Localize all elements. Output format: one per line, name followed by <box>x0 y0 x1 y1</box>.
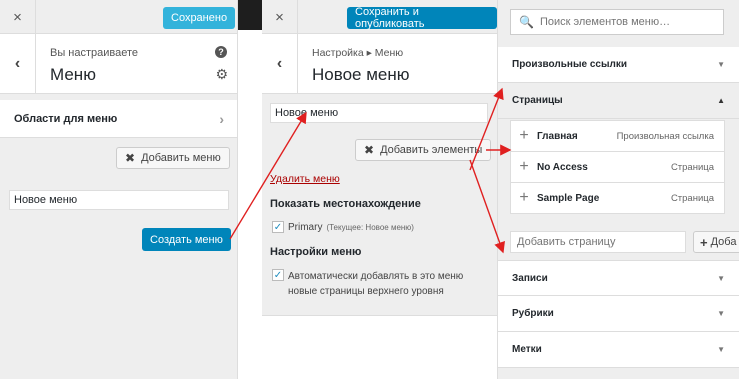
menu-locations-row[interactable]: Области для меню › <box>0 100 237 138</box>
checkbox[interactable]: ✓ <box>272 269 284 281</box>
chevron-down-icon: ▼ <box>717 309 725 318</box>
item-type: Произвольная ссылка <box>616 130 714 142</box>
auto-add-text: Автоматически добавлять в это меню новые… <box>288 269 463 299</box>
help-icon[interactable]: ? <box>215 46 227 58</box>
page-title: Новое меню <box>312 65 410 84</box>
menu-name-input[interactable]: Новое меню <box>9 190 229 210</box>
tags-label: Метки <box>512 344 542 355</box>
list-item[interactable]: + No Access Страница <box>510 151 725 183</box>
panel-header: ‹ Настройка ▸ Меню Новое меню <box>262 34 497 94</box>
list-item[interactable]: + Sample Page Страница <box>510 182 725 214</box>
available-items-panel: 🔍 Произвольные ссылки ▼ Страницы ▲ + Гла… <box>498 0 739 379</box>
gear-icon[interactable]: ⚙ <box>215 66 228 83</box>
add-menu-label: Добавить меню <box>141 152 221 164</box>
add-items-label: Добавить элементы <box>380 144 483 156</box>
customizer-panel-new-menu: × Сохранить и опубликовать ‹ Настройка ▸… <box>262 0 498 379</box>
plus-icon[interactable]: + <box>511 127 537 145</box>
close-icon: ✖ <box>125 151 136 165</box>
item-title: Sample Page <box>537 192 600 204</box>
plus-icon[interactable]: + <box>511 158 537 176</box>
customizer-panel-menus: × Сохранено ‹ Вы настраиваете Меню ? ⚙ О… <box>0 0 238 379</box>
checkbox[interactable]: ✓ <box>272 221 284 233</box>
categories-label: Рубрики <box>512 308 554 319</box>
saved-button[interactable]: Сохранено <box>163 7 236 29</box>
list-item[interactable]: + Главная Произвольная ссылка <box>510 120 725 152</box>
item-title: No Access <box>537 161 588 173</box>
delete-menu-link[interactable]: Удалить меню <box>270 173 340 185</box>
close-icon[interactable]: × <box>262 0 298 34</box>
auto-add-option[interactable]: ✓ Автоматически добавлять в это меню нов… <box>272 269 463 299</box>
item-type: Страница <box>670 192 714 204</box>
add-page-label: Доба <box>710 236 737 248</box>
accordion-tags[interactable]: Метки ▼ <box>498 332 739 368</box>
pages-label: Страницы <box>512 95 563 106</box>
close-icon: ✖ <box>364 143 375 157</box>
divider-strip <box>238 0 262 30</box>
menu-locations-label: Области для меню <box>14 112 118 125</box>
close-icon[interactable]: × <box>0 0 36 34</box>
panel-footer <box>262 315 497 379</box>
item-title: Главная <box>537 130 578 142</box>
add-page-button[interactable]: + Доба <box>693 231 739 253</box>
accordion-posts[interactable]: Записи ▼ <box>498 260 739 296</box>
settings-heading: Настройки меню <box>270 246 362 258</box>
search-icon: 🔍 <box>519 15 534 29</box>
search-field[interactable]: 🔍 <box>510 9 724 35</box>
auto-add-line-2: новые страницы верхнего уровня <box>288 286 444 297</box>
panel-header: ‹ Вы настраиваете Меню ? ⚙ <box>0 34 237 94</box>
top-bar: × Сохранить и опубликовать <box>262 0 497 34</box>
publish-button[interactable]: Сохранить и опубликовать <box>347 6 497 30</box>
add-items-button[interactable]: ✖ Добавить элементы <box>355 139 492 161</box>
add-page-input[interactable] <box>510 231 686 253</box>
primary-location-option[interactable]: ✓ Primary (Текущее: Новое меню) <box>272 221 414 233</box>
chevron-up-icon: ▲ <box>717 96 725 105</box>
primary-note: (Текущее: Новое меню) <box>326 222 414 232</box>
divider-strip <box>238 30 262 379</box>
page-title: Меню <box>50 65 96 84</box>
primary-label: Primary <box>288 221 323 233</box>
posts-label: Записи <box>512 272 548 284</box>
search-input[interactable] <box>539 16 710 28</box>
back-icon[interactable]: ‹ <box>262 34 298 94</box>
back-icon[interactable]: ‹ <box>0 34 36 94</box>
header-subtitle: Вы настраиваете <box>50 47 139 59</box>
auto-add-line-1: Автоматически добавлять в это меню <box>288 271 464 282</box>
add-menu-button[interactable]: ✖ Добавить меню <box>116 147 230 169</box>
chevron-down-icon: ▼ <box>717 60 725 69</box>
chevron-down-icon: ▼ <box>717 345 725 354</box>
custom-links-label: Произвольные ссылки <box>512 59 627 70</box>
plus-icon: + <box>700 234 708 250</box>
accordion-pages[interactable]: Страницы ▲ <box>498 83 739 119</box>
accordion-custom-links[interactable]: Произвольные ссылки ▼ <box>498 47 739 83</box>
plus-icon[interactable]: + <box>511 189 537 207</box>
create-menu-button[interactable]: Создать меню <box>142 228 231 251</box>
top-bar: × Сохранено <box>0 0 237 34</box>
item-type: Страница <box>670 161 714 173</box>
chevron-down-icon: ▼ <box>717 273 725 283</box>
menu-name-input[interactable]: Новое меню <box>270 103 488 123</box>
accordion-categories[interactable]: Рубрики ▼ <box>498 296 739 332</box>
chevron-right-icon: › <box>219 111 224 127</box>
breadcrumb: Настройка ▸ Меню <box>312 47 404 59</box>
locations-heading: Показать местонахождение <box>270 198 421 210</box>
